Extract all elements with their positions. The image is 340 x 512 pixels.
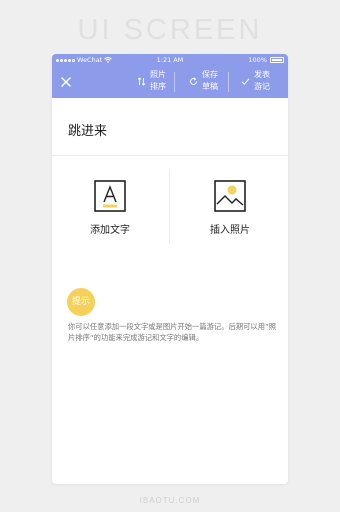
status-bar: WeChat 1:21 AM 100% [52,54,288,66]
options-divider [169,170,170,244]
sort-icon [136,76,146,86]
page-title: 跳进来 [68,124,108,139]
phone-screen: WeChat 1:21 AM 100% 照片排序 保存草稿 发表游记 跳进来 添… [52,54,288,484]
text-icon [94,180,126,212]
insert-photo-button[interactable]: 插入照片 [180,180,280,236]
watermark-footer: IBAOTU.COM [139,496,201,505]
insert-photo-label: 插入照片 [210,225,250,236]
top-nav-bar: 照片排序 保存草稿 发表游记 [52,66,288,98]
watermark-title: UI SCREEN [77,14,263,46]
add-text-label: 添加文字 [90,225,130,236]
check-icon [240,76,250,86]
refresh-icon [188,76,198,86]
tip-badge: 提示 [67,288,95,316]
image-icon [214,180,246,212]
add-text-button[interactable]: 添加文字 [60,180,160,236]
close-icon [61,77,71,87]
sort-photos-button[interactable]: 照片排序 [136,69,168,93]
publish-button[interactable]: 发表游记 [240,69,272,93]
sort-photos-label: 照片排序 [150,70,166,91]
divider [52,155,288,156]
save-draft-label: 保存草稿 [202,70,218,91]
battery-icon [270,57,284,63]
save-draft-button[interactable]: 保存草稿 [188,69,220,93]
battery-area: 100% [248,54,284,66]
publish-label: 发表游记 [254,70,270,91]
close-button[interactable] [56,72,76,92]
nav-divider [228,72,229,92]
tip-text: 你可以任意添加一段文字或是图片开始一篇游记。后期可以用”照片排序“的功能来完成游… [68,322,277,342]
nav-divider [174,72,175,92]
battery-label: 100% [248,56,267,64]
